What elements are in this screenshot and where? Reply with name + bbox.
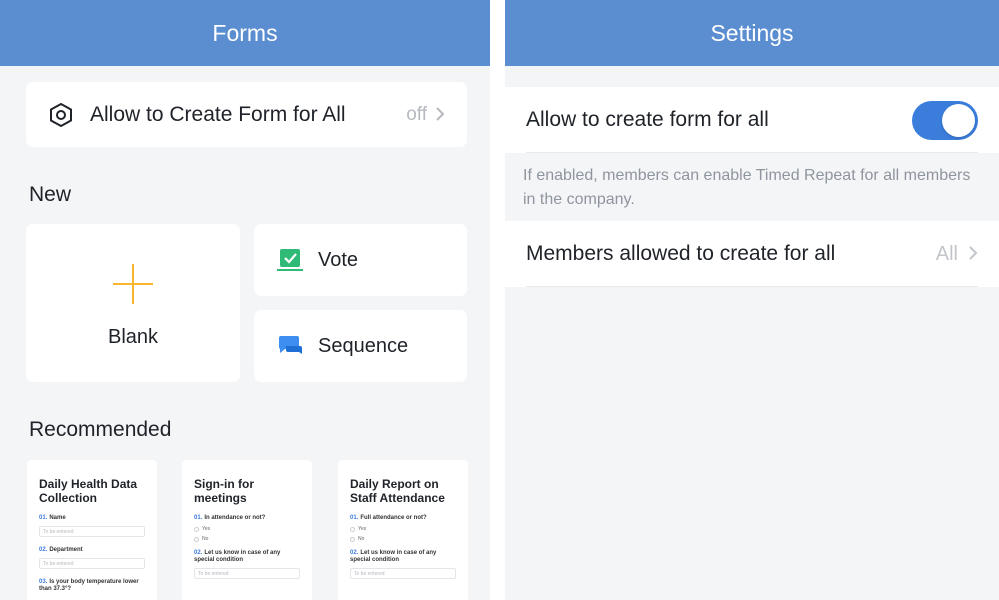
page-title: Forms xyxy=(212,19,278,46)
allow-create-form-toggle[interactable] xyxy=(912,100,978,140)
row-divider xyxy=(526,286,978,287)
new-section-title: New xyxy=(29,183,72,206)
chevron-right-icon xyxy=(435,104,445,126)
pane-divider xyxy=(490,0,505,600)
template-card-attendance[interactable]: Daily Report on Staff Attendance 01. Full… xyxy=(338,460,468,600)
toggle-knob xyxy=(942,103,975,137)
template-card-health[interactable]: Daily Health Data Collection 01. Name To … xyxy=(27,460,157,600)
checkbox-icon xyxy=(276,246,304,274)
template-title: Daily Report on Staff Attendance xyxy=(350,477,445,505)
template-option: Yes xyxy=(194,526,300,532)
row-divider xyxy=(526,152,978,153)
sequence-label: Sequence xyxy=(318,334,409,357)
forms-pane: Forms Allow to Create Form for All off N… xyxy=(0,0,490,600)
members-allowed-value: All xyxy=(935,242,958,265)
members-allowed-label: Members allowed to create for all xyxy=(526,242,836,265)
template-question: 02. Let us know in case of any special co… xyxy=(350,550,437,563)
template-question: 02. Department xyxy=(39,547,83,553)
template-question: 03. Is your body temperature lower than 3… xyxy=(39,579,139,592)
allow-create-form-toggle-row: Allow to create form for all xyxy=(505,87,999,153)
allow-create-form-toggle-label: Allow to create form for all xyxy=(526,108,769,131)
blank-label: Blank xyxy=(107,325,159,348)
members-allowed-row[interactable]: Members allowed to create for all All xyxy=(505,221,999,287)
allow-create-form-label: Allow to Create Form for All xyxy=(90,102,346,126)
template-question: 01. In attendance or not? xyxy=(194,515,266,521)
settings-header: Settings xyxy=(505,0,999,66)
template-field: To be entered xyxy=(350,568,456,579)
settings-pane: Settings Allow to create form for all If… xyxy=(505,0,999,600)
chevron-right-icon xyxy=(968,243,978,265)
blank-form-card[interactable]: Blank xyxy=(26,224,240,382)
template-option: Yes xyxy=(350,526,456,532)
template-field: To be entered xyxy=(194,568,300,579)
plus-icon xyxy=(113,263,153,304)
template-field: To be entered xyxy=(39,526,145,537)
template-question: 01. Full attendance or not? xyxy=(350,515,427,521)
hexagon-settings-icon xyxy=(48,102,74,128)
allow-create-form-value: off xyxy=(406,103,427,125)
recommended-section-title: Recommended xyxy=(29,418,172,441)
template-card-meetings[interactable]: Sign-in for meetings 01. In attendance or… xyxy=(182,460,312,600)
toggle-hint-text: If enabled, members can enable Timed Rep… xyxy=(523,167,971,208)
page-title: Settings xyxy=(710,19,794,46)
forms-header: Forms xyxy=(0,0,490,66)
vote-label: Vote xyxy=(318,248,359,271)
template-title: Sign-in for meetings xyxy=(194,477,254,505)
template-option: No xyxy=(194,536,300,542)
sequence-form-card[interactable]: Sequence xyxy=(254,310,467,382)
template-question: 02. Let us know in case of any special co… xyxy=(194,550,281,563)
vote-form-card[interactable]: Vote xyxy=(254,224,467,296)
template-question: 01. Name xyxy=(39,515,66,521)
allow-create-form-row[interactable]: Allow to Create Form for All off xyxy=(26,82,467,147)
chat-bubbles-icon xyxy=(276,332,304,360)
template-option: No xyxy=(350,536,456,542)
template-title: Daily Health Data Collection xyxy=(39,477,138,505)
template-field: To be entered xyxy=(39,558,145,569)
